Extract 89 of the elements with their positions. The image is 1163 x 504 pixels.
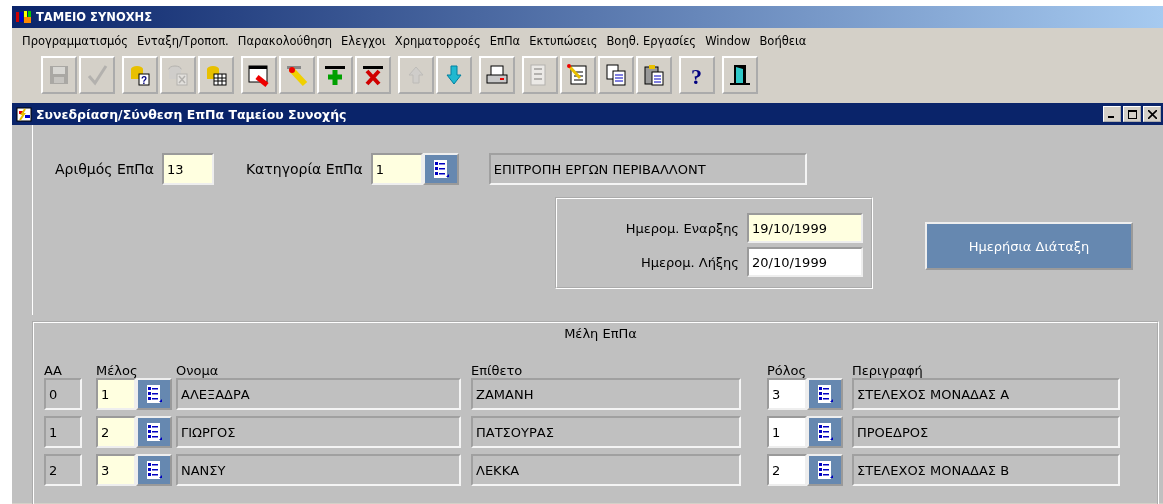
- first-name-cell: ΝΑΝΣΥ: [176, 454, 461, 486]
- checkmark-icon: [85, 63, 109, 87]
- copy-icon: [604, 63, 628, 87]
- first-name-cell: ΓΙΩΡΓΟΣ: [176, 416, 461, 448]
- numbered-list-icon: [145, 422, 163, 442]
- menu-item[interactable]: Χρηματορροές: [394, 34, 481, 54]
- role-description-cell: ΣΤΕΛΕΧΟΣ ΜΟΝΑΔΑΣ Β: [852, 454, 1120, 486]
- form-icon: [16, 106, 32, 122]
- numbered-list-icon: [816, 460, 834, 480]
- menu-item[interactable]: Προγραμματισμός: [22, 34, 129, 54]
- toolbar-button[interactable]: [241, 56, 277, 94]
- column-header: Μέλος: [96, 363, 139, 378]
- menu-item[interactable]: ΕπΠα: [489, 34, 521, 54]
- minimize-button[interactable]: [1103, 106, 1121, 122]
- menu-item[interactable]: Παρακολούθηση: [237, 34, 333, 54]
- form-title: Συνεδρίαση/Σύνθεση ΕπΠα Ταμείου Συνοχής: [36, 106, 348, 122]
- app-title: ΤΑΜΕΙΟ ΣΥΝΟΧΗΣ: [36, 10, 153, 24]
- role-field[interactable]: 1: [767, 416, 807, 448]
- member-field[interactable]: 3: [96, 454, 136, 486]
- numbered-list-icon: [431, 159, 450, 179]
- menu-item[interactable]: Ελεγχοι: [341, 34, 386, 54]
- cross-icon: [361, 63, 385, 87]
- toolbar-button[interactable]: [355, 56, 391, 94]
- field-label: Ημερομ. Εναρξης: [625, 220, 739, 236]
- menu-item[interactable]: Βοήθεια: [759, 34, 807, 54]
- window-pencil-icon: [247, 63, 271, 87]
- role-field[interactable]: 3: [767, 378, 807, 410]
- committee-number-field[interactable]: 13: [161, 153, 214, 185]
- row-number-cell: 2: [44, 454, 82, 486]
- row-number-cell: 0: [44, 378, 82, 410]
- toolbar-button[interactable]: ?: [122, 56, 158, 94]
- column-header: Επίθετο: [471, 363, 524, 378]
- row-number-cell: 1: [44, 416, 82, 448]
- paste-icon: [642, 63, 666, 87]
- list-of-values-button[interactable]: [136, 416, 172, 448]
- category-description-field: ΕΠΙΤΡΟΠΗ ΕΡΓΩΝ ΠΕΡΙΒΑΛΛΟΝΤ: [488, 153, 807, 185]
- role-description-cell: ΣΤΕΛΕΧΟΣ ΜΟΝΑΔΑΣ Α: [852, 378, 1120, 410]
- first-name-cell: ΑΛΕΞΑΔΡΑ: [176, 378, 461, 410]
- door-icon: [728, 63, 752, 87]
- toolbar-button[interactable]: ?: [679, 56, 715, 94]
- numbered-list-icon: [816, 384, 834, 404]
- help-icon: ?: [685, 63, 709, 87]
- list-of-values-button[interactable]: [136, 454, 172, 486]
- close-button[interactable]: [1143, 106, 1161, 122]
- numbered-list-icon: [145, 460, 163, 480]
- maximize-button[interactable]: [1123, 106, 1141, 122]
- database-cross-icon: [166, 63, 190, 87]
- members-title: Μέλη ΕπΠα: [564, 326, 637, 341]
- toolbar-button[interactable]: [198, 56, 234, 94]
- app-logo-icon: [16, 11, 32, 23]
- surname-cell: ΛΕΚΚΑ: [471, 454, 741, 486]
- end-date-field[interactable]: 20/10/1999: [747, 247, 863, 277]
- field-label: Ημερομ. Λήξης: [640, 254, 739, 270]
- document-pencil-icon: [566, 63, 590, 87]
- numbered-list-icon: [816, 422, 834, 442]
- list-of-values-button[interactable]: [136, 378, 172, 410]
- column-header: Περιγραφή: [852, 363, 924, 378]
- menu-item[interactable]: Βοηθ. Εργασίες: [606, 34, 697, 54]
- printer-icon: [485, 63, 509, 87]
- surname-cell: ΠΑΤΣΟΥΡΑΣ: [471, 416, 741, 448]
- list-of-values-button[interactable]: [807, 454, 843, 486]
- toolbar-button[interactable]: [722, 56, 758, 94]
- menu-item[interactable]: Window: [705, 34, 751, 54]
- role-description-cell: ΠΡΟΕΔΡΟΣ: [852, 416, 1120, 448]
- pencil-icon: [285, 63, 309, 87]
- field-label: Κατηγορία ΕπΠα: [245, 161, 363, 177]
- field-label: Αριθμός ΕπΠα: [55, 161, 154, 177]
- list-of-values-button[interactable]: [422, 153, 459, 185]
- maximize-icon: [1127, 109, 1137, 119]
- column-header: ΑΑ: [44, 363, 63, 378]
- column-header: Ρόλος: [767, 363, 808, 378]
- role-field[interactable]: 2: [767, 454, 807, 486]
- list-of-values-button[interactable]: [807, 416, 843, 448]
- surname-cell: ΖΑΜΑΝΗ: [471, 378, 741, 410]
- menu-item[interactable]: Εκτυπώσεις: [529, 34, 598, 54]
- list-of-values-button[interactable]: [807, 378, 843, 410]
- agenda-button[interactable]: Ημερήσια Διάταξη: [925, 222, 1133, 270]
- start-date-field[interactable]: 19/10/1999: [747, 213, 863, 243]
- numbered-list-icon: [145, 384, 163, 404]
- database-table-icon: [204, 63, 228, 87]
- member-field[interactable]: 2: [96, 416, 136, 448]
- menu-item[interactable]: Ενταξη/Τροποπ.: [137, 34, 229, 54]
- column-header: Ονομα: [176, 363, 220, 378]
- category-field[interactable]: 1: [370, 153, 423, 185]
- close-icon: [1147, 109, 1157, 119]
- member-field[interactable]: 1: [96, 378, 136, 410]
- toolbar-button[interactable]: [317, 56, 353, 94]
- toolbar-button[interactable]: [636, 56, 672, 94]
- plus-icon: [323, 63, 347, 87]
